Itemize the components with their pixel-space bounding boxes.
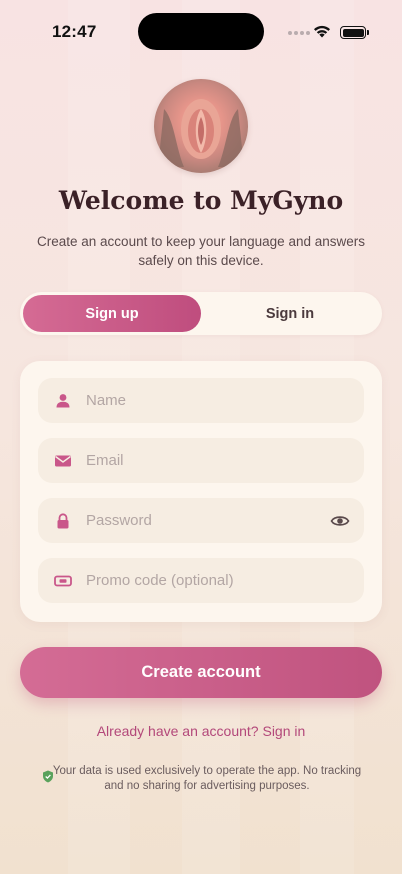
password-input[interactable]: Password [86, 512, 152, 529]
privacy-note: Your data is used exclusively to operate… [52, 765, 362, 792]
status-time: 12:47 [52, 22, 97, 41]
ticket-icon [54, 575, 72, 587]
name-field[interactable]: Name [38, 378, 364, 423]
name-input[interactable]: Name [86, 392, 126, 409]
tab-sign-up[interactable]: Sign up [23, 295, 201, 332]
battery-tip [367, 30, 369, 35]
sign-in-link[interactable]: Already have an account? Sign in [0, 723, 402, 739]
dynamic-island [138, 13, 264, 50]
battery-icon [340, 26, 366, 39]
lock-icon [57, 513, 69, 529]
tab-sign-in[interactable]: Sign in [201, 295, 379, 332]
app-logo [154, 79, 248, 173]
status-bar: 12:47 [0, 0, 402, 54]
signup-form: Name Email Password Promo code (optional… [20, 361, 382, 622]
auth-tabs: Sign up Sign in [20, 292, 382, 335]
signal-icon [288, 31, 310, 35]
eye-icon[interactable] [330, 512, 350, 530]
page-title: Welcome to MyGyno [58, 186, 344, 215]
wifi-icon [314, 25, 330, 38]
envelope-icon [55, 455, 71, 467]
promo-code-input[interactable]: Promo code (optional) [86, 572, 234, 589]
promo-code-field[interactable]: Promo code (optional) [38, 558, 364, 603]
password-field[interactable]: Password [38, 498, 364, 543]
email-input[interactable]: Email [86, 452, 124, 469]
page-subtitle: Create an account to keep your language … [37, 234, 365, 268]
create-account-button[interactable]: Create account [20, 647, 382, 698]
email-field[interactable]: Email [38, 438, 364, 483]
person-icon [56, 394, 70, 408]
